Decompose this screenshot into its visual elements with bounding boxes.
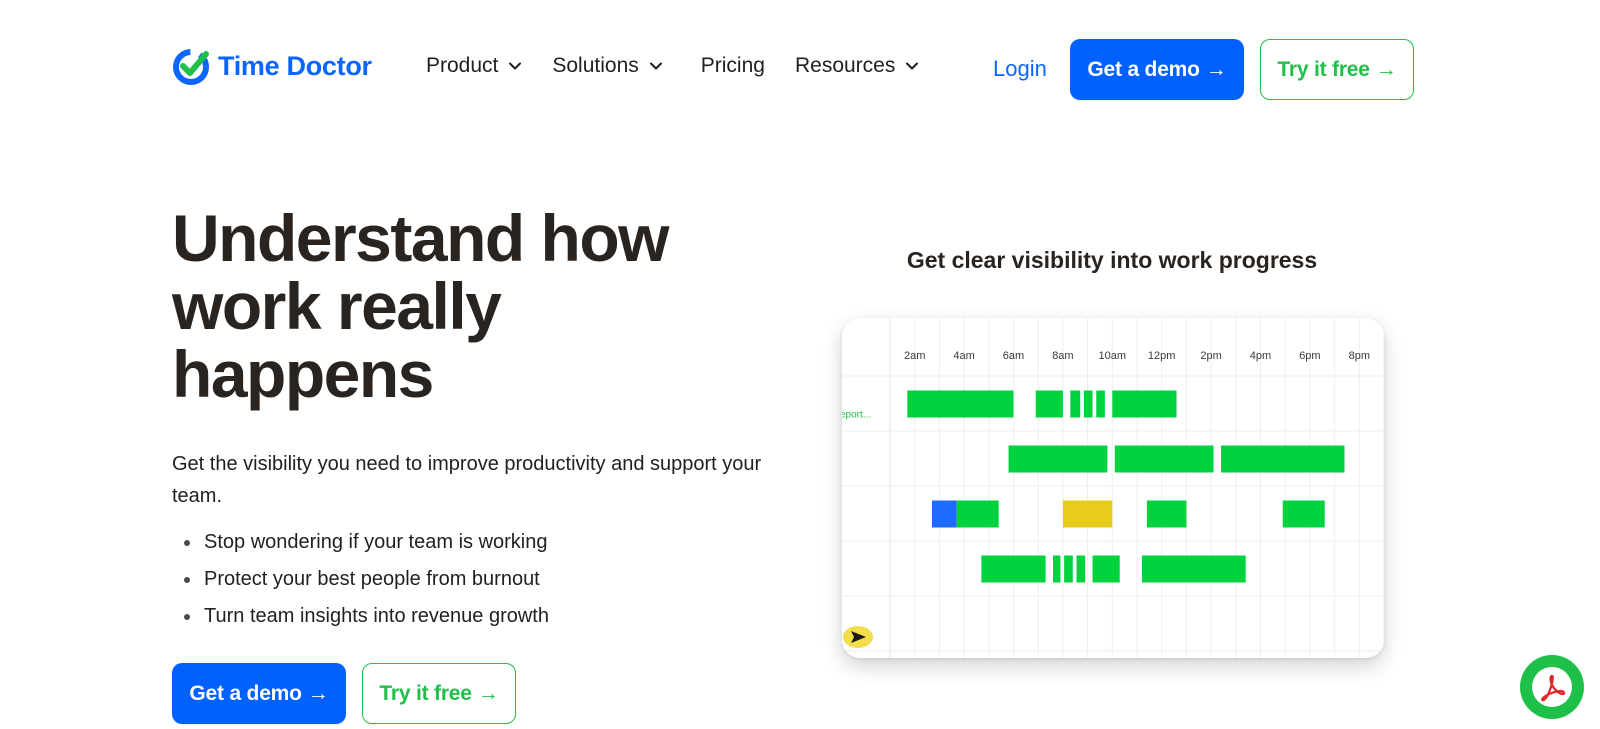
timeline-segment (1141, 555, 1246, 583)
nav-item-label: Pricing (700, 54, 765, 77)
arrow-right-icon: → (307, 681, 329, 705)
button-label: Try it free (1277, 57, 1370, 81)
arrow-right-icon: → (1375, 57, 1397, 81)
timeline-segment (1076, 555, 1086, 583)
timeline-segment (1114, 445, 1214, 473)
time-axis-label: 8am (1052, 350, 1073, 362)
time-axis-label: 6pm (1299, 350, 1320, 362)
button-label: Get a demo (1087, 57, 1200, 81)
chat-widget-inner (1532, 667, 1572, 707)
timeline-chart-card: 2am 4am 6am 8am 10am 12pm 2pm 4pm 6pm 8pm eport... (842, 318, 1384, 658)
login-link[interactable]: Login (993, 56, 1047, 82)
hero-title-line: work really (172, 269, 502, 343)
arrow-right-icon: → (477, 681, 499, 705)
timeline-segment (956, 500, 999, 528)
timeline-segment (907, 390, 1014, 418)
hero-subtitle: Get the visibility you need to improve p… (172, 453, 762, 507)
nav-item-product[interactable]: Product (426, 54, 522, 78)
time-axis-label: 8pm (1349, 350, 1370, 362)
hero-title-line: Understand how (172, 201, 670, 275)
timeline-segment (1112, 390, 1177, 418)
time-axis-label: 4pm (1250, 350, 1271, 362)
site-header: Time Doctor Product Solutions Pricing Re… (0, 0, 1600, 138)
timeline-segment (1282, 500, 1325, 528)
nav-item-label: Product (426, 54, 499, 77)
logo-check-icon (173, 49, 209, 85)
chevron-down-icon (509, 62, 522, 70)
time-axis-label: 12pm (1148, 350, 1176, 362)
list-item: Stop wondering if your team is working (184, 524, 549, 561)
timeline-segment (1096, 390, 1105, 418)
hero-bullet-list: Stop wondering if your team is working P… (184, 524, 549, 635)
arrow-right-icon: → (1205, 57, 1227, 81)
brand-logo[interactable]: Time Doctor (172, 46, 372, 86)
hero-title-line: happens (172, 337, 434, 411)
time-axis-label: 4am (953, 350, 974, 362)
brand-name: Time Doctor (218, 50, 372, 81)
panel-heading: Get clear visibility into work progress (906, 247, 1318, 273)
timeline-segment (931, 500, 957, 528)
timeline-segment (1092, 555, 1120, 583)
time-axis-label: 6am (1003, 350, 1024, 362)
hero-try-free-button[interactable]: Try it free → (362, 663, 516, 724)
timeline-chart: 2am 4am 6am 8am 10am 12pm 2pm 4pm 6pm 8pm eport... (842, 318, 1384, 658)
time-axis-label: 2pm (1200, 350, 1221, 362)
time-axis-label: 2am (904, 350, 925, 362)
button-label: Try it free (379, 681, 472, 705)
timeline-segment (1146, 500, 1187, 528)
list-item: Protect your best people from burnout (184, 561, 549, 598)
nav-item-solutions[interactable]: Solutions (552, 54, 662, 78)
nav-item-pricing[interactable]: Pricing (701, 54, 765, 78)
timeline-segment (981, 555, 1046, 583)
timeline-segment (1062, 500, 1113, 528)
timeline-segment (1220, 445, 1345, 473)
hero-title: Understand how work really happens (172, 204, 772, 408)
row-label: eport... (842, 410, 871, 421)
chevron-down-icon (649, 62, 662, 70)
timeline-segment (1064, 555, 1073, 583)
main-nav: Product Solutions Pricing Resources (426, 54, 949, 78)
timeline-segment (1070, 390, 1081, 418)
list-item: Turn team insights into revenue growth (184, 598, 549, 635)
timeline-segment (1053, 555, 1061, 583)
chat-widget-button[interactable] (1520, 655, 1584, 719)
hero-get-demo-button[interactable]: Get a demo → (172, 663, 346, 724)
time-axis-label: 10am (1099, 350, 1127, 362)
timeline-segment (1008, 445, 1108, 473)
chevron-down-icon (906, 62, 919, 70)
nav-item-label: Resources (794, 54, 896, 77)
header-get-demo-button[interactable]: Get a demo → (1070, 39, 1244, 100)
pdf-icon (1541, 674, 1566, 702)
button-label: Get a demo (189, 681, 302, 705)
timeline-segment (1083, 390, 1093, 418)
nav-item-label: Solutions (552, 54, 639, 77)
header-try-free-button[interactable]: Try it free → (1260, 39, 1414, 100)
timeline-segment (1035, 390, 1063, 418)
nav-item-resources[interactable]: Resources (795, 54, 919, 78)
